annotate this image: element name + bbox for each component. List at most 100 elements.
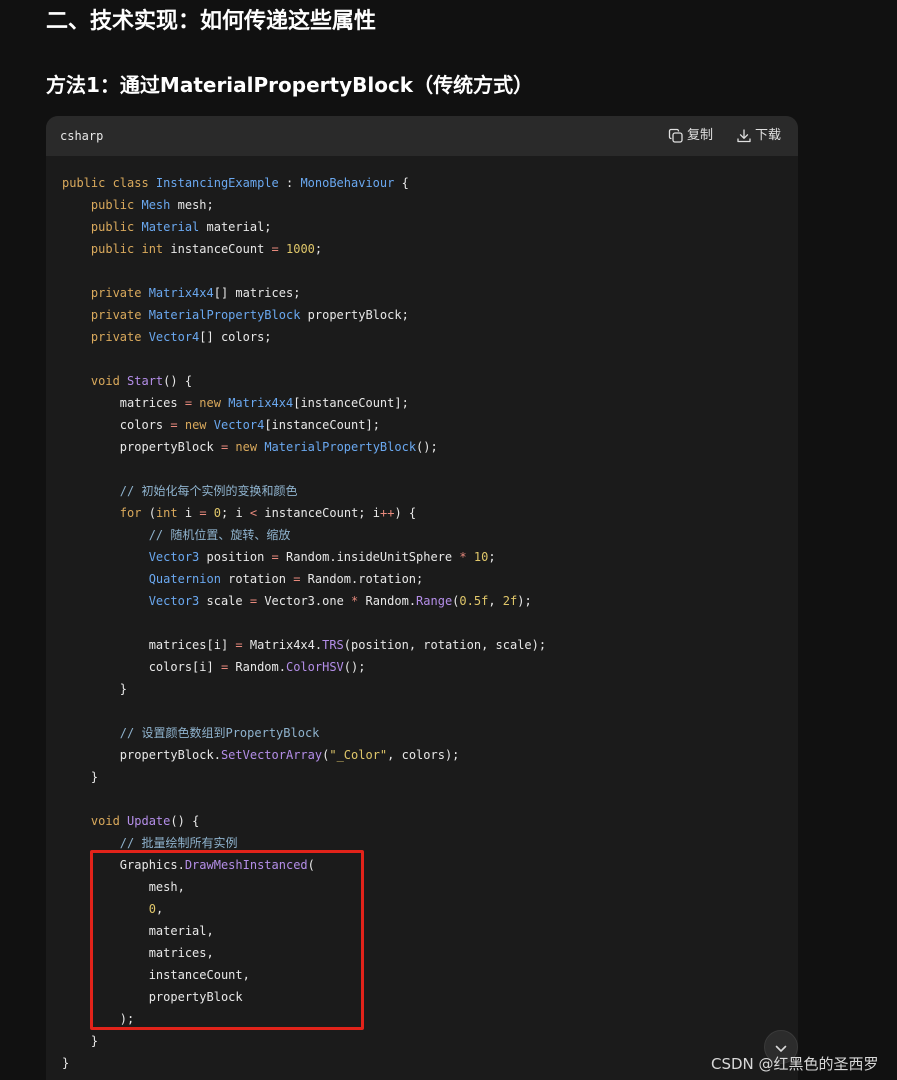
code-block-header: csharp 复制 下载 — [46, 116, 798, 156]
code-token: Material — [141, 220, 200, 234]
code-token: Random. — [358, 594, 417, 608]
code-token: [] colors; — [199, 330, 272, 344]
code-token: scale — [199, 594, 250, 608]
code-token: { — [394, 176, 409, 190]
code-token: (position, rotation, scale); — [343, 638, 547, 652]
code-token: instanceCount; i — [257, 506, 380, 520]
code-token: mesh; — [170, 198, 214, 212]
code-line: } — [62, 1052, 546, 1074]
code-token: i — [177, 506, 200, 520]
code-token: public — [90, 220, 142, 234]
code-token: 0.5f — [459, 594, 489, 608]
code-token: = — [184, 396, 193, 410]
code-line: matrices[i] = Matrix4x4.TRS(position, ro… — [62, 634, 546, 656]
code-token: material; — [199, 220, 272, 234]
code-token: private — [90, 330, 149, 344]
code-token: = — [249, 594, 258, 608]
code-token: ColorHSV — [285, 660, 344, 674]
code-token: Random.rotation; — [300, 572, 424, 586]
code-line: colors[i] = Random.ColorHSV(); — [62, 656, 546, 678]
code-token: , colors); — [387, 748, 460, 762]
code-token: ); — [517, 594, 532, 608]
code-token: Matrix4x4 — [148, 286, 214, 300]
code-line: private MaterialPropertyBlock propertyBl… — [62, 304, 546, 326]
code-token: "_Color" — [329, 748, 388, 762]
code-token: public int — [90, 242, 164, 256]
copy-button[interactable]: 复制 — [668, 127, 713, 145]
code-token: } — [62, 770, 99, 784]
code-token: public class — [62, 176, 156, 190]
code-line: public int instanceCount = 1000; — [62, 238, 546, 260]
code-token: = — [170, 418, 178, 432]
code-token: position — [199, 550, 272, 564]
code-token: ; i — [221, 506, 250, 520]
code-token: (); — [416, 440, 438, 454]
code-token: Vector3.one — [257, 594, 352, 608]
code-token: propertyBlock; — [300, 308, 409, 322]
code-token: : — [278, 176, 301, 190]
code-token: void — [90, 374, 128, 388]
code-token: propertyBlock — [62, 440, 221, 454]
code-token: [instanceCount]; — [264, 418, 380, 432]
code-token: = — [199, 506, 207, 520]
code-line: // 随机位置、旋转、缩放 — [62, 524, 546, 546]
code-line: propertyBlock = new MaterialPropertyBloc… — [62, 436, 546, 458]
code-token: Matrix4x4. — [242, 638, 323, 652]
code-token: Update — [127, 814, 171, 828]
code-token: = — [271, 242, 279, 256]
code-token: private — [90, 286, 149, 300]
code-token: [] matrices; — [213, 286, 301, 300]
code-token: ++ — [379, 506, 395, 520]
code-line: public Material material; — [62, 216, 546, 238]
code-line: // 设置颜色数组到PropertyBlock — [62, 722, 546, 744]
code-token: } — [62, 1034, 99, 1048]
code-token: // 设置颜色数组到PropertyBlock — [119, 726, 320, 740]
code-token: Range — [416, 594, 453, 608]
code-token: public — [90, 198, 142, 212]
download-label: 下载 — [755, 128, 782, 143]
code-line: public class InstancingExample : MonoBeh… — [62, 172, 546, 194]
code-token: TRS — [322, 638, 344, 652]
code-token: 0 — [213, 506, 222, 520]
subsection-heading: 方法1：通过MaterialPropertyBlock（传统方式） — [46, 73, 534, 97]
code-line: public Mesh mesh; — [62, 194, 546, 216]
code-line: private Matrix4x4[] matrices; — [62, 282, 546, 304]
code-token: Vector3 — [148, 550, 200, 564]
code-line: Quaternion rotation = Random.rotation; — [62, 568, 546, 590]
code-token: ( — [141, 506, 156, 520]
code-token: Vector4 — [213, 418, 265, 432]
code-token: new — [184, 418, 214, 432]
code-token: int — [155, 506, 178, 520]
download-button[interactable]: 下载 — [736, 127, 781, 145]
code-line: void Update() { — [62, 810, 546, 832]
code-token: SetVectorArray — [220, 748, 323, 762]
code-token: [instanceCount]; — [293, 396, 409, 410]
csdn-watermark: CSDN @红黑色的圣西罗 — [711, 1055, 879, 1073]
code-token: Random. — [228, 660, 286, 674]
code-token: , — [488, 594, 503, 608]
code-token: InstancingExample — [155, 176, 279, 190]
code-token: ) { — [394, 506, 417, 520]
code-token: // 随机位置、旋转、缩放 — [148, 528, 291, 542]
code-line: colors = new Vector4[instanceCount]; — [62, 414, 546, 436]
code-line: private Vector4[] colors; — [62, 326, 546, 348]
code-token: ; — [314, 242, 323, 256]
code-line: void Start() { — [62, 370, 546, 392]
code-token: instanceCount — [163, 242, 272, 256]
